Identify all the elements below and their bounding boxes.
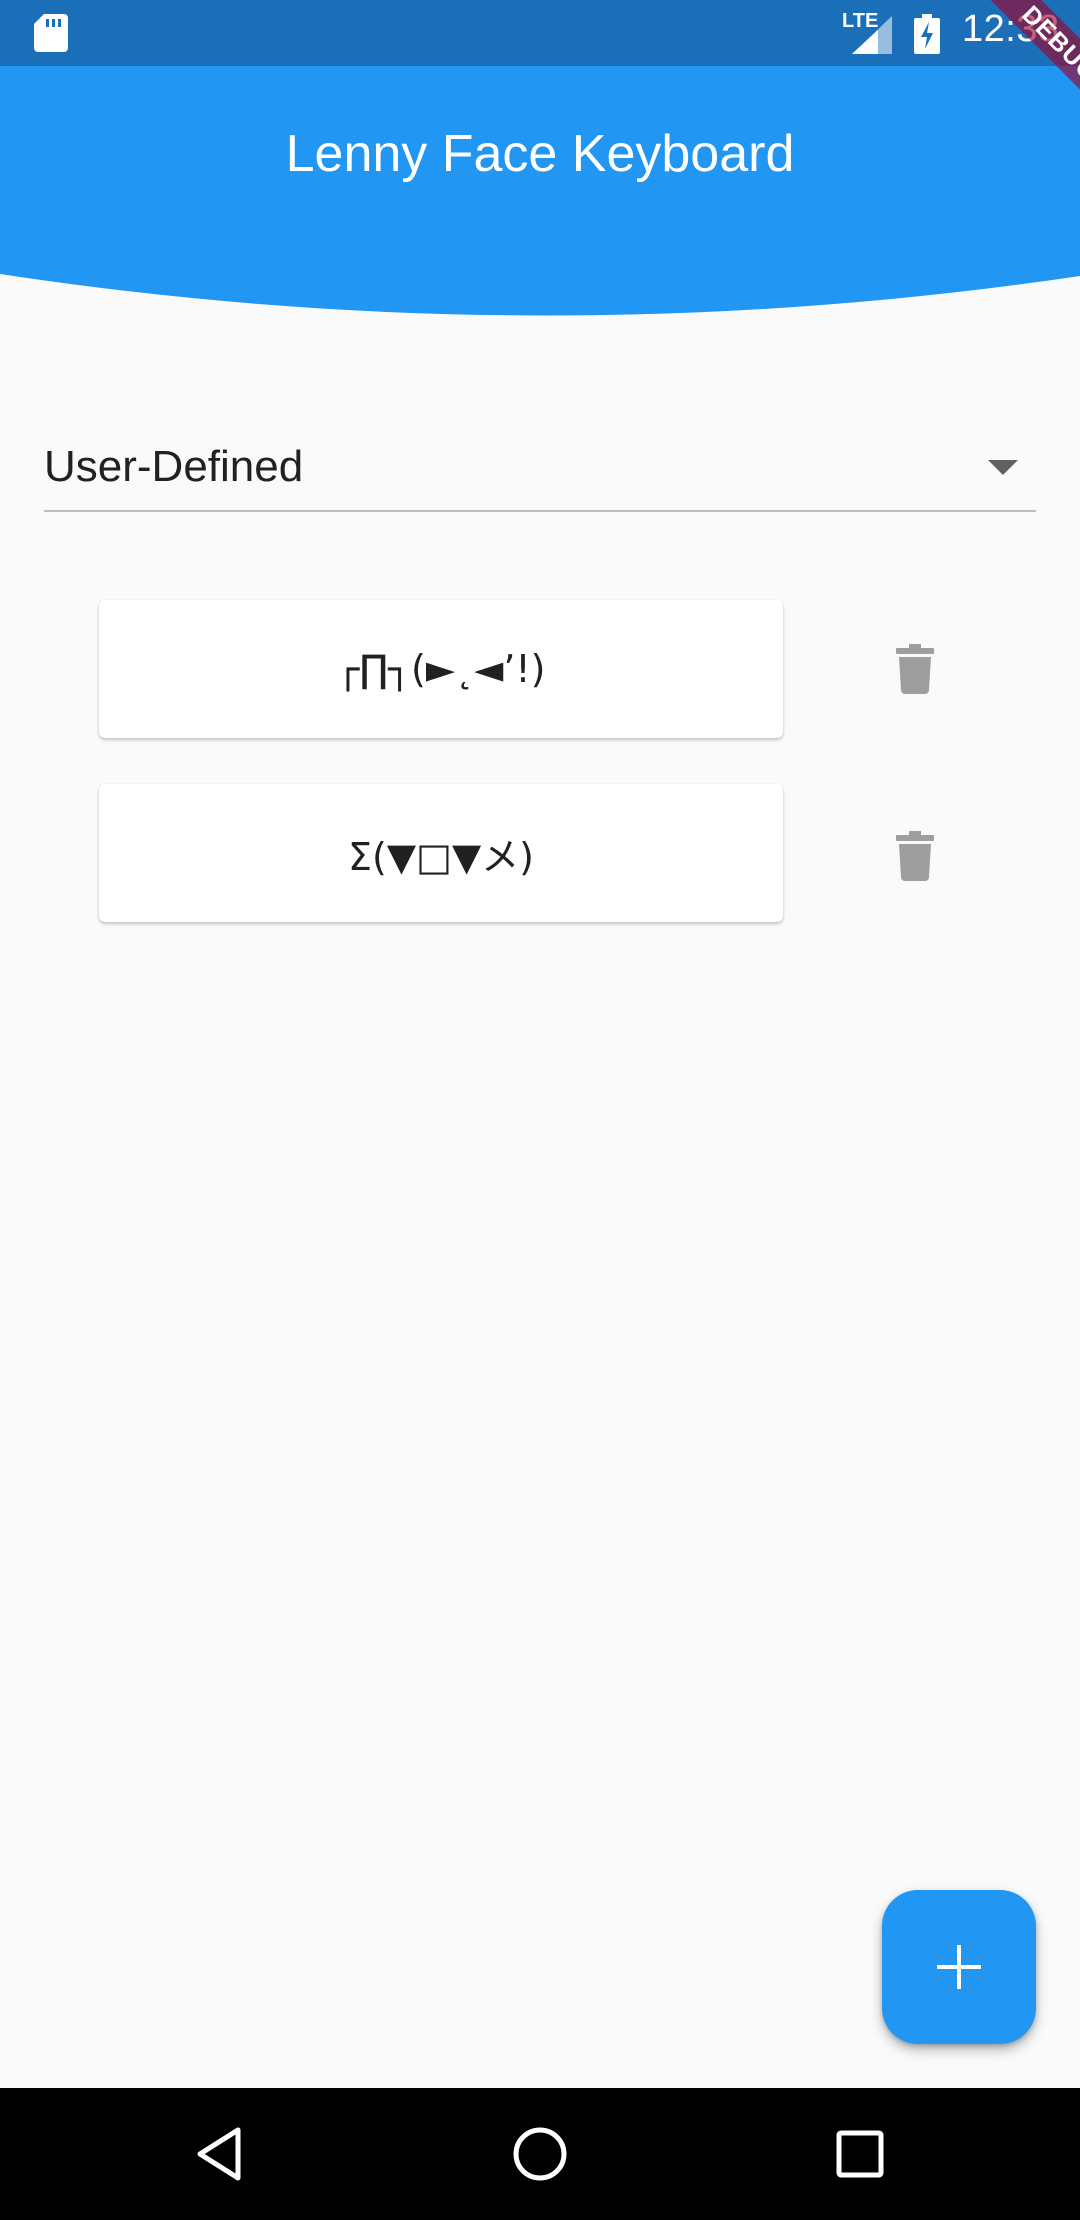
app-bar-background — [0, 66, 1080, 316]
home-icon[interactable] — [510, 2124, 570, 2184]
delete-face-button[interactable] — [880, 821, 950, 891]
sd-card-icon — [34, 14, 68, 52]
delete-face-button[interactable] — [880, 634, 950, 704]
clock: 12:33 — [962, 8, 1060, 50]
page-title: Lenny Face Keyboard — [285, 125, 795, 183]
screen: LTE 12:33 Lenny Face Keyboard DEBUG User… — [0, 0, 1080, 2220]
trash-icon — [896, 644, 934, 694]
battery-charging-icon — [914, 14, 940, 54]
signal-icon — [852, 16, 892, 54]
face-text: ┌∏┐(►˛◄’!) — [336, 647, 546, 691]
face-text: Σ(▼□▼メ) — [347, 834, 534, 879]
app-bar: Lenny Face Keyboard — [0, 66, 1080, 316]
category-dropdown-value: User-Defined — [44, 442, 304, 491]
navigation-bar — [0, 2088, 1080, 2220]
add-face-button[interactable] — [882, 1890, 1036, 2044]
face-card[interactable]: ┌∏┐(►˛◄’!) — [99, 600, 783, 738]
face-card[interactable]: Σ(▼□▼メ) — [99, 784, 783, 922]
back-icon[interactable] — [190, 2124, 250, 2184]
recents-icon[interactable] — [830, 2124, 890, 2184]
trash-icon — [896, 831, 934, 881]
dropdown-arrow-icon — [988, 460, 1018, 475]
category-dropdown[interactable]: User-Defined — [44, 420, 1036, 512]
plus-icon — [937, 1945, 981, 1989]
status-bar: LTE 12:33 — [0, 0, 1080, 66]
